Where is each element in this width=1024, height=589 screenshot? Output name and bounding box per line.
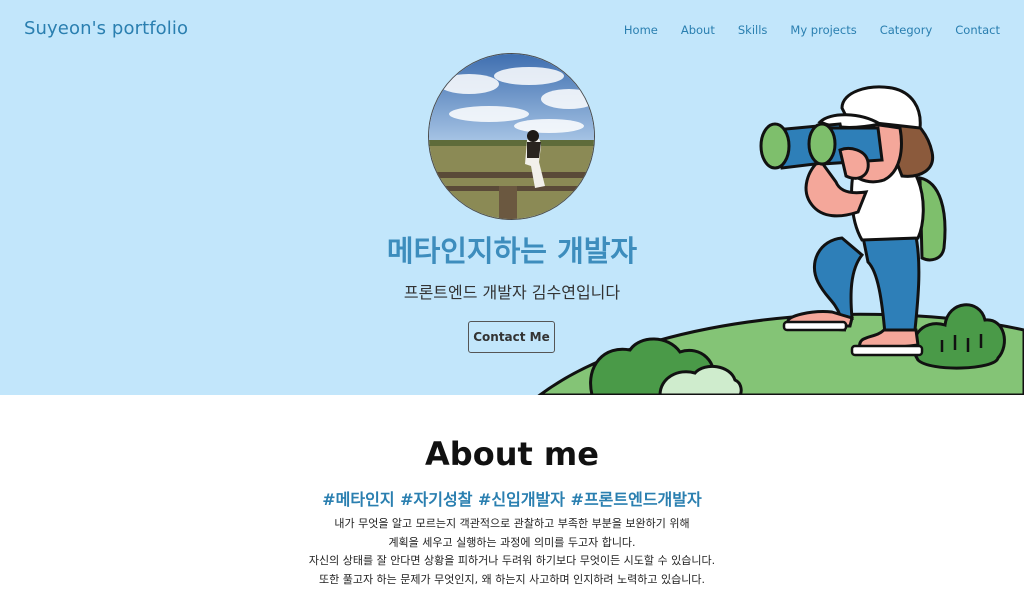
nav-item-home[interactable]: Home [624, 23, 658, 37]
nav-item-category[interactable]: Category [880, 23, 933, 37]
nav-item-my-projects[interactable]: My projects [790, 23, 856, 37]
character-with-binoculars [761, 87, 945, 355]
nav-item-contact[interactable]: Contact [955, 23, 1000, 37]
profile-photo [428, 53, 595, 220]
about-line: 계획을 세우고 실행하는 과정에 의미를 두고자 합니다. [0, 534, 1024, 553]
about-line: 자신의 상태를 잘 안다면 상황을 피하거나 두려워 하기보다 무엇이든 시도할… [0, 552, 1024, 571]
hero-subtitle: 프론트엔드 개발자 김수연입니다 [0, 279, 1024, 303]
about-description: 내가 무엇을 알고 모르는지 객관적으로 관찰하고 부족한 부분을 보완하기 위… [0, 515, 1024, 589]
nav-item-skills[interactable]: Skills [738, 23, 768, 37]
about-section: About me #메타인지 #자기성찰 #신입개발자 #프론트엔드개발자 내가… [0, 395, 1024, 588]
about-line: 또한 풀고자 하는 문제가 무엇인지, 왜 하는지 사고하며 인지하려 노력하고… [0, 571, 1024, 589]
about-line: 내가 무엇을 알고 모르는지 객관적으로 관찰하고 부족한 부분을 보완하기 위… [0, 515, 1024, 534]
main-nav: Home About Skills My projects Category C… [624, 23, 1000, 37]
about-tags: #메타인지 #자기성찰 #신입개발자 #프론트엔드개발자 [0, 486, 1024, 510]
brand-logo[interactable]: Suyeon's portfolio [24, 18, 188, 39]
about-title: About me [0, 435, 1024, 473]
nav-item-about[interactable]: About [681, 23, 715, 37]
hero-title: 메타인지하는 개발자 [0, 228, 1024, 270]
bush-right [913, 305, 1004, 368]
contact-me-button[interactable]: Contact Me [468, 321, 555, 353]
hero-section: Suyeon's portfolio Home About Skills My … [0, 0, 1024, 395]
